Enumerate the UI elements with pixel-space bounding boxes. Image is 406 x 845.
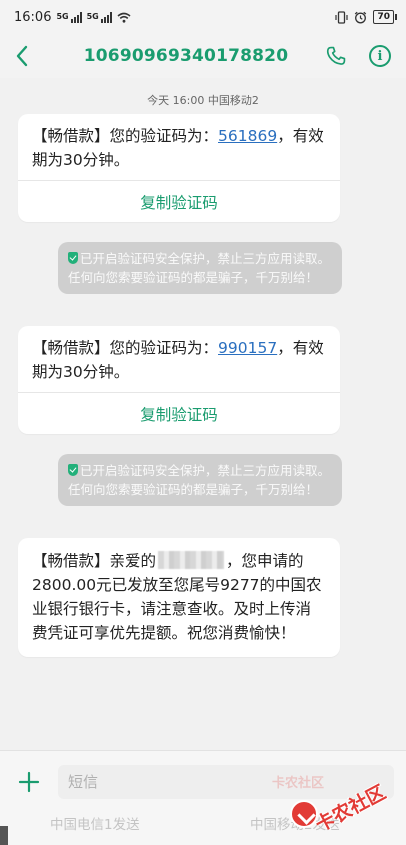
message-text-prefix: 【畅借款】亲爱的 bbox=[32, 552, 157, 570]
conversation-title: 10690969340178820 bbox=[83, 46, 289, 66]
security-notice: 已开启验证码安全保护，禁止三方应用读取。任何向您索要验证码的都是骗子，千万别给！ bbox=[58, 454, 342, 506]
details-button[interactable]: i bbox=[358, 34, 402, 78]
security-notice: 已开启验证码安全保护，禁止三方应用读取。任何向您索要验证码的都是骗子，千万别给！ bbox=[58, 242, 342, 294]
send-sim1-button[interactable]: 中国电信1发送 bbox=[50, 813, 140, 835]
back-button[interactable] bbox=[0, 34, 44, 78]
message-text-before: 【畅借款】您的验证码为： bbox=[32, 127, 219, 145]
battery-icon: 70 bbox=[373, 10, 397, 24]
shield-check-icon bbox=[68, 464, 78, 476]
phone-icon bbox=[326, 46, 346, 65]
message-list[interactable]: 今天 16:00 中国移动2 【畅借款】您的验证码为：561869，有效期为30… bbox=[0, 78, 406, 750]
shield-check-icon bbox=[68, 252, 78, 264]
message-text: 【畅借款】亲爱的 ，您申请的2800.00元已发放至您尾号9277的中国农业银行银… bbox=[18, 538, 340, 657]
nav-edge-marker bbox=[0, 826, 8, 845]
status-left: 16:06 5G 5G bbox=[14, 10, 131, 25]
sms-input[interactable] bbox=[58, 765, 394, 799]
attach-button[interactable] bbox=[14, 767, 44, 797]
security-notice-text: 已开启验证码安全保护，禁止三方应用读取。任何向您索要验证码的都是骗子，千万别给！ bbox=[68, 251, 331, 285]
compose-bar: 中国电信1发送 中国移动2发送 bbox=[0, 750, 406, 845]
message-bubble[interactable]: 【畅借款】亲爱的 ，您申请的2800.00元已发放至您尾号9277的中国农业银行银… bbox=[18, 538, 340, 657]
vibrate-icon bbox=[335, 10, 349, 24]
verification-code-link[interactable]: 561869 bbox=[218, 127, 277, 145]
alarm-icon bbox=[355, 11, 367, 23]
message-bubble[interactable]: 【畅借款】您的验证码为：990157，有效期为30分钟。 复制验证码 bbox=[18, 326, 340, 434]
message-bubble[interactable]: 【畅借款】您的验证码为：561869，有效期为30分钟。 复制验证码 bbox=[18, 114, 340, 222]
wifi-icon bbox=[117, 12, 131, 23]
signal-icon: 5G bbox=[56, 11, 82, 23]
redacted-name bbox=[158, 551, 225, 569]
signal-label: 5G bbox=[56, 11, 69, 21]
chevron-left-icon bbox=[16, 45, 28, 67]
copy-code-button[interactable]: 复制验证码 bbox=[18, 392, 340, 434]
status-time: 16:06 bbox=[14, 9, 52, 25]
conversation-header: 10690969340178820 i bbox=[0, 34, 406, 78]
verification-code-link[interactable]: 990157 bbox=[218, 339, 277, 357]
message-text: 【畅借款】您的验证码为：561869，有效期为30分钟。 bbox=[18, 114, 340, 180]
status-bar: 16:06 5G 5G 70 bbox=[0, 0, 406, 34]
info-icon: i bbox=[369, 45, 391, 67]
message-text-before: 【畅借款】您的验证码为： bbox=[32, 339, 219, 357]
send-sim2-button[interactable]: 中国移动2发送 bbox=[250, 813, 340, 835]
message-timestamp: 今天 16:00 中国移动2 bbox=[147, 94, 259, 107]
status-right: 70 bbox=[335, 10, 397, 24]
signal-icon: 5G bbox=[86, 11, 112, 23]
signal-label: 5G bbox=[86, 11, 99, 21]
security-notice-text: 已开启验证码安全保护，禁止三方应用读取。任何向您索要验证码的都是骗子，千万别给！ bbox=[68, 463, 331, 497]
call-button[interactable] bbox=[314, 34, 358, 78]
copy-code-button[interactable]: 复制验证码 bbox=[18, 180, 340, 222]
plus-icon bbox=[18, 771, 40, 793]
message-text: 【畅借款】您的验证码为：990157，有效期为30分钟。 bbox=[18, 326, 340, 392]
